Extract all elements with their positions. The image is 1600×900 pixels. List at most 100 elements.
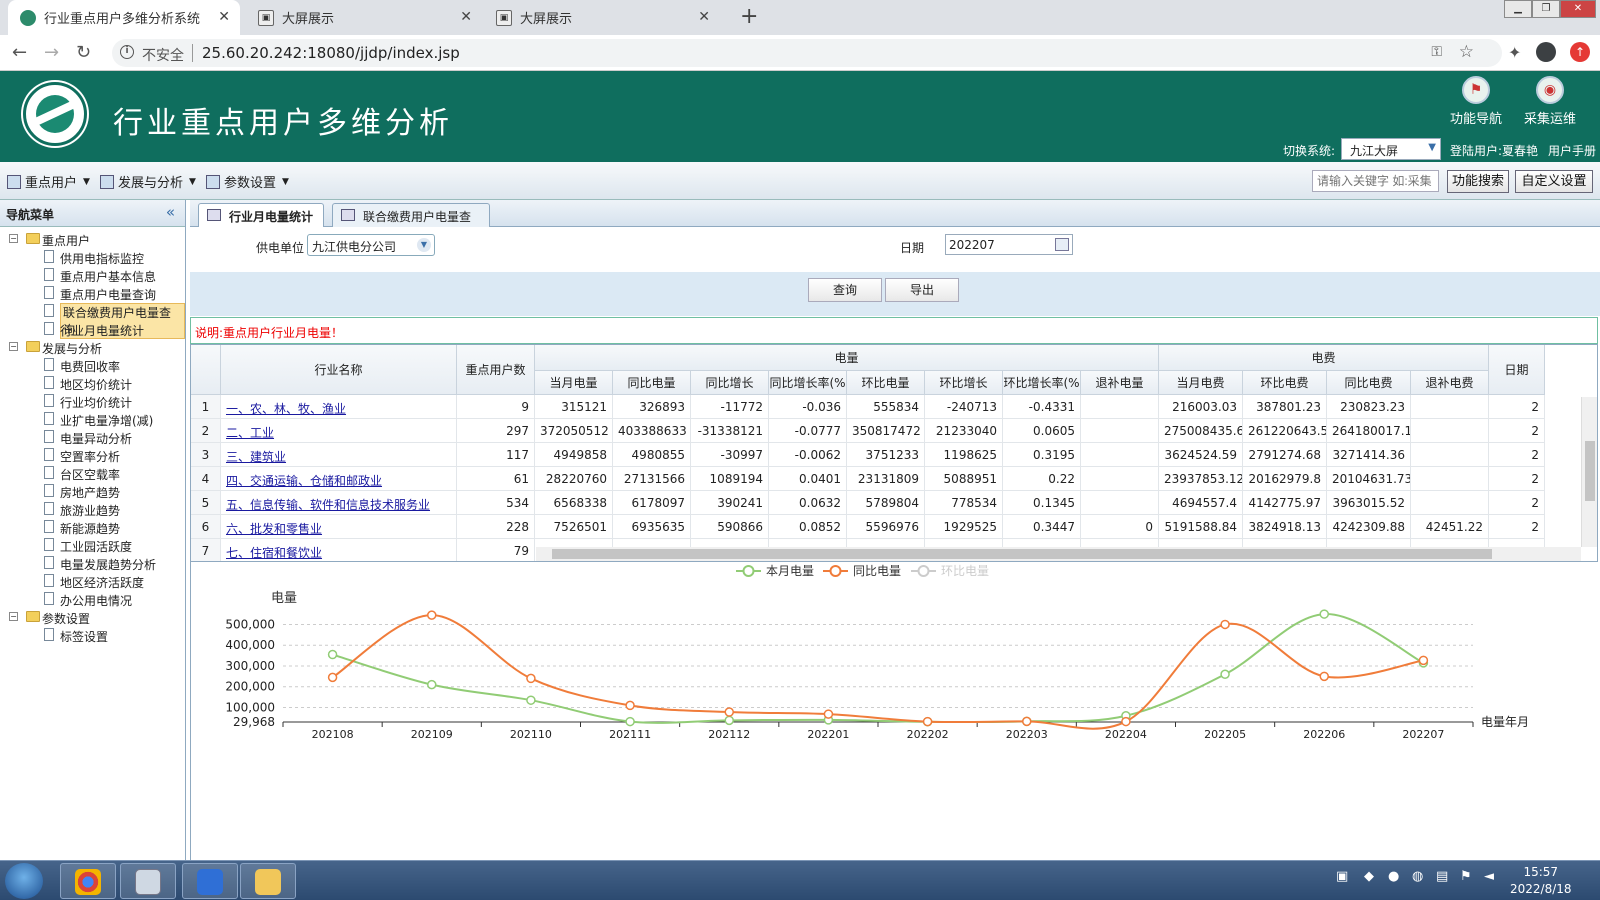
nav-item[interactable]: 电量异动分析 (0, 428, 185, 446)
nav-item[interactable]: 台区空载率 (0, 464, 185, 482)
column-header-fee[interactable]: 退补电费 (1411, 371, 1489, 395)
minimize-icon[interactable]: ▁ (1504, 0, 1532, 18)
collection-ops-button[interactable]: ◉ 采集运维 (1520, 76, 1580, 127)
new-tab-icon[interactable]: + (740, 4, 758, 29)
clock[interactable]: 15:57 2022/8/18 (1510, 864, 1572, 898)
nav-item[interactable]: 行业月电量统计 (0, 320, 185, 338)
nav-item[interactable]: 办公用电情况 (0, 590, 185, 608)
nav-item[interactable]: 行业均价统计 (0, 392, 185, 410)
function-search-button[interactable]: 功能搜索 (1447, 170, 1509, 193)
menu-params[interactable]: 参数设置 ▼ (206, 172, 289, 191)
column-header-energy[interactable]: 同比增长率(% (769, 371, 847, 395)
tab-joint-payment[interactable]: 联合缴费用户电量查询× (332, 203, 490, 241)
taskbar-chrome[interactable] (60, 863, 116, 899)
close-tab-icon[interactable]: ✕ (698, 9, 710, 25)
taskbar-wps[interactable] (182, 863, 238, 899)
bookmark-star-icon[interactable]: ☆ (1459, 42, 1474, 62)
nav-item[interactable]: 房地产趋势 (0, 482, 185, 500)
column-header-energy[interactable]: 退补电量 (1081, 371, 1159, 395)
info-icon[interactable]: i (120, 45, 134, 59)
update-icon[interactable]: ↑ (1570, 42, 1590, 62)
tab-industry-monthly[interactable]: 行业月电量统计× (198, 203, 324, 239)
function-nav-button[interactable]: ⚑ 功能导航 (1446, 76, 1506, 127)
reload-icon[interactable]: ↻ (76, 42, 91, 63)
menu-development[interactable]: 发展与分析 ▼ (100, 172, 196, 191)
column-header-fee[interactable]: 当月电费 (1159, 371, 1243, 395)
custom-settings-button[interactable]: 自定义设置 (1515, 170, 1593, 193)
tray-security-icon[interactable]: ● (1388, 869, 1399, 884)
group-header-energy[interactable]: 电量 (535, 345, 1159, 371)
column-header-energy[interactable]: 当月电量 (535, 371, 613, 395)
taskbar-calculator[interactable] (120, 863, 176, 899)
nav-item[interactable]: 业扩电量净增(减) (0, 410, 185, 428)
collapse-toggle-icon[interactable]: − (9, 342, 18, 351)
restore-icon[interactable]: ❐ (1532, 0, 1560, 18)
close-window-icon[interactable]: ✕ (1560, 0, 1596, 18)
column-header-date[interactable]: 日期 (1489, 345, 1545, 395)
nav-item[interactable]: 重点用户基本信息 (0, 266, 185, 284)
industry-link[interactable]: 三、建筑业 (226, 450, 286, 464)
browser-tab-2[interactable]: ▣ 大屏展示 ✕ (246, 0, 482, 35)
omnibox[interactable]: i 不安全 25.60.20.242:18080/jjdp/index.jsp … (112, 39, 1502, 67)
industry-link[interactable]: 七、住宿和餐饮业 (226, 546, 322, 560)
tray-input-icon[interactable]: ▣ (1336, 869, 1348, 884)
tray-network-icon[interactable]: ▤ (1436, 869, 1448, 884)
nav-item[interactable]: 电量发展趋势分析 (0, 554, 185, 572)
vertical-scrollbar[interactable] (1581, 397, 1597, 547)
close-tab-icon[interactable]: ✕ (460, 9, 472, 25)
tray-globe-icon[interactable]: ◍ (1412, 869, 1423, 884)
industry-link[interactable]: 六、批发和零售业 (226, 522, 322, 536)
nav-item[interactable]: 旅游业趋势 (0, 500, 185, 518)
extensions-icon[interactable]: ✦ (1508, 43, 1521, 62)
nav-item[interactable]: 工业园活跃度 (0, 536, 185, 554)
column-header-energy[interactable]: 同比电量 (613, 371, 691, 395)
nav-item[interactable]: 新能源趋势 (0, 518, 185, 536)
tray-flag-icon[interactable]: ⚑ (1460, 869, 1472, 884)
group-header-fee[interactable]: 电费 (1159, 345, 1489, 371)
nav-item[interactable]: 标签设置 (0, 626, 185, 644)
column-header-energy[interactable]: 环比增长率(% (1003, 371, 1081, 395)
menu-key-users[interactable]: 重点用户 ▼ (7, 172, 90, 191)
tray-volume-icon[interactable]: ◄ (1484, 869, 1494, 884)
key-icon[interactable]: ⚿ (1431, 44, 1442, 60)
column-header-fee[interactable]: 同比电费 (1327, 371, 1411, 395)
back-icon[interactable]: ← (12, 42, 27, 63)
nav-group[interactable]: − 发展与分析 (0, 338, 185, 356)
collapse-icon[interactable]: « (166, 203, 175, 221)
export-button[interactable]: 导出 (885, 278, 959, 302)
nav-group[interactable]: − 参数设置 (0, 608, 185, 626)
nav-item[interactable]: 供用电指标监控 (0, 248, 185, 266)
browser-tab-3[interactable]: ▣ 大屏展示 ✕ (484, 0, 720, 35)
nav-item[interactable]: 地区均价统计 (0, 374, 185, 392)
column-header-users[interactable]: 重点用户数 (457, 345, 535, 395)
forward-icon[interactable]: → (44, 42, 59, 63)
tray-shield-icon[interactable]: ◆ (1364, 869, 1374, 884)
column-header-energy[interactable]: 同比增长 (691, 371, 769, 395)
nav-item[interactable]: 联合缴费用户电量查询 (0, 302, 185, 339)
column-header-fee[interactable]: 环比电费 (1243, 371, 1327, 395)
nav-group[interactable]: − 重点用户 (0, 230, 185, 248)
nav-item[interactable]: 地区经济活跃度 (0, 572, 185, 590)
column-header-energy[interactable]: 环比增长 (925, 371, 1003, 395)
column-header-name[interactable]: 行业名称 (221, 345, 457, 395)
nav-item[interactable]: 重点用户电量查询 (0, 284, 185, 302)
taskbar-explorer[interactable] (240, 863, 296, 899)
nav-item[interactable]: 电费回收率 (0, 356, 185, 374)
industry-link[interactable]: 一、农、林、牧、渔业 (226, 402, 346, 416)
url-text[interactable]: 25.60.20.242:18080/jjdp/index.jsp (202, 44, 460, 62)
nav-item[interactable]: 空置率分析 (0, 446, 185, 464)
browser-tab-1[interactable]: 行业重点用户多维分析系统 ✕ (8, 0, 240, 35)
switch-system-select[interactable]: 九江大屏 ▼ (1341, 138, 1441, 160)
user-manual-link[interactable]: 用户手册 (1548, 142, 1596, 159)
close-tab-icon[interactable]: ✕ (218, 9, 230, 25)
industry-link[interactable]: 五、信息传输、软件和信息技术服务业 (226, 498, 430, 512)
collapse-toggle-icon[interactable]: − (9, 234, 18, 243)
industry-link[interactable]: 四、交通运输、仓储和邮政业 (226, 474, 382, 488)
column-header-energy[interactable]: 环比电量 (847, 371, 925, 395)
industry-link[interactable]: 二、工业 (226, 426, 274, 440)
horizontal-scrollbar[interactable] (536, 547, 1581, 561)
unit-select[interactable]: 九江供电分公司 ▼ (307, 234, 435, 256)
calendar-icon[interactable] (1055, 238, 1069, 251)
keyword-search-input[interactable] (1312, 170, 1439, 192)
date-input[interactable]: 202207 (945, 234, 1073, 255)
